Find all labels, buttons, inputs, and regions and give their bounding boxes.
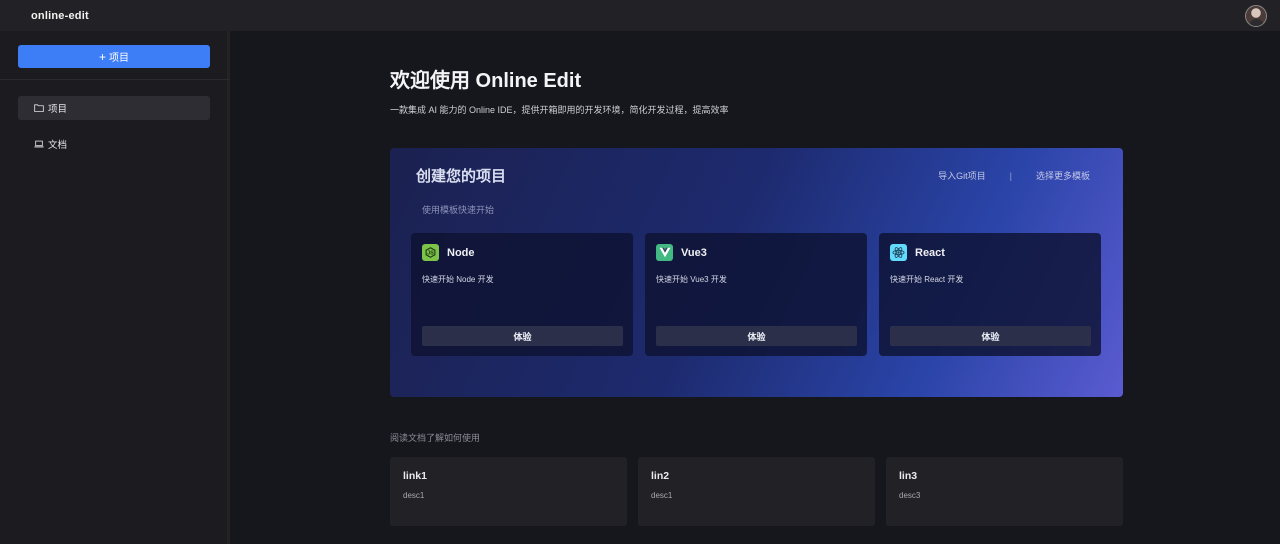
doc-desc: desc3 — [899, 491, 921, 500]
doc-title: lin3 — [899, 470, 918, 482]
try-vue3-button[interactable]: 体验 — [656, 326, 857, 346]
plus-icon: + — [98, 49, 106, 64]
node-icon: JS — [422, 244, 439, 261]
top-bar: online-edit — [0, 0, 1280, 31]
folder-icon — [34, 104, 44, 112]
page-title: 欢迎使用 Online Edit — [390, 70, 582, 92]
hero-hint: 使用模板快速开始 — [422, 205, 495, 215]
sidebar-item-projects[interactable]: 项目 — [18, 96, 210, 120]
try-react-button[interactable]: 体验 — [890, 326, 1091, 346]
template-card-header: React — [890, 244, 945, 261]
main-content: 欢迎使用 Online Edit 一款集成 AI 能力的 Online IDE，… — [230, 31, 1280, 544]
page-subtitle: 一款集成 AI 能力的 Online IDE，提供开箱即用的开发环境，简化开发过… — [390, 105, 729, 115]
import-git-link[interactable]: 导入Git项目 — [938, 169, 986, 182]
link-separator: | — [1009, 170, 1012, 181]
template-name: React — [915, 246, 945, 259]
doc-link-card[interactable]: link1 desc1 — [390, 457, 627, 526]
sidebar: + 项目 项目 文档 — [0, 31, 230, 544]
template-name: Vue3 — [681, 246, 707, 259]
hero-title: 创建您的项目 — [416, 168, 507, 185]
doc-title: lin2 — [651, 470, 670, 482]
avatar[interactable] — [1245, 4, 1267, 27]
laptop-icon — [34, 140, 44, 148]
new-project-button-label: 项目 — [109, 53, 129, 64]
sidebar-item-label: 文档 — [48, 140, 68, 151]
try-node-button[interactable]: 体验 — [422, 326, 623, 346]
template-name: Node — [447, 246, 475, 259]
new-project-button[interactable]: + 项目 — [18, 45, 210, 68]
sidebar-item-docs[interactable]: 文档 — [18, 132, 210, 156]
doc-desc: desc1 — [403, 491, 425, 500]
docs-hint: 阅读文档了解如何使用 — [390, 433, 481, 443]
react-icon — [890, 244, 907, 261]
svg-text:JS: JS — [427, 251, 434, 257]
template-card-header: Vue3 — [656, 244, 707, 261]
sidebar-divider — [0, 79, 230, 80]
doc-title: link1 — [403, 470, 427, 482]
template-card-react: React 快速开始 React 开发 体验 — [879, 233, 1101, 356]
doc-link-card[interactable]: lin2 desc1 — [638, 457, 875, 526]
template-card-node: JS Node 快速开始 Node 开发 体验 — [411, 233, 633, 356]
template-card-vue3: Vue3 快速开始 Vue3 开发 体验 — [645, 233, 867, 356]
sidebar-item-label: 项目 — [48, 104, 68, 115]
template-card-header: JS Node — [422, 244, 475, 261]
template-desc: 快速开始 React 开发 — [890, 275, 964, 284]
template-desc: 快速开始 Node 开发 — [422, 275, 494, 284]
create-project-panel: 创建您的项目 导入Git项目 | 选择更多模板 使用模板快速开始 JS Node… — [390, 148, 1123, 397]
template-desc: 快速开始 Vue3 开发 — [656, 275, 727, 284]
brand-logo[interactable]: online-edit — [31, 10, 89, 22]
doc-desc: desc1 — [651, 491, 673, 500]
more-templates-link[interactable]: 选择更多模板 — [1036, 169, 1090, 182]
vue-icon — [656, 244, 673, 261]
hero-links: 导入Git项目 | 选择更多模板 — [938, 169, 1090, 182]
doc-link-card[interactable]: lin3 desc3 — [886, 457, 1123, 526]
